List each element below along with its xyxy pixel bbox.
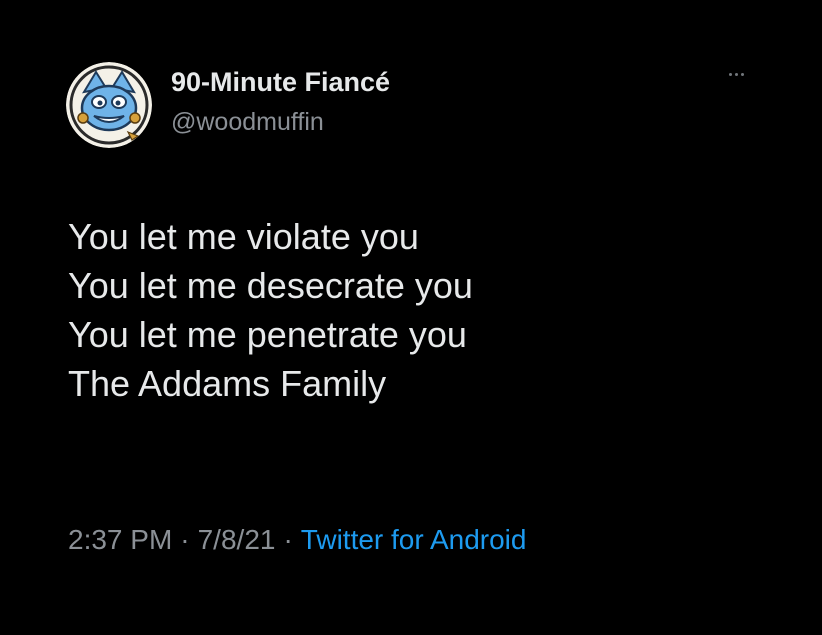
tweet-source-link[interactable]: Twitter for Android: [301, 524, 527, 555]
author-handle[interactable]: @woodmuffin: [171, 107, 324, 137]
author-display-name[interactable]: 90-Minute Fiancé: [171, 66, 390, 98]
tweet-line: You let me desecrate you: [68, 265, 473, 306]
tweet-time[interactable]: 2:37 PM: [68, 524, 172, 555]
avatar[interactable]: [66, 62, 152, 148]
tweet-metadata: 2:37 PM · 7/8/21 · Twitter for Android: [68, 522, 526, 558]
tweet-date[interactable]: 7/8/21: [198, 524, 276, 555]
tweet-text: You let me violate you You let me desecr…: [68, 212, 473, 408]
meta-separator: ·: [283, 524, 293, 555]
more-dot: [734, 72, 738, 76]
cartoon-character-avatar-icon: [66, 62, 152, 148]
tweet-line: You let me violate you: [68, 216, 419, 257]
meta-separator: ·: [180, 524, 190, 555]
more-dot: [728, 72, 732, 76]
tweet-line: The Addams Family: [68, 363, 387, 404]
more-options-icon[interactable]: [718, 62, 754, 86]
tweet-card: 90-Minute Fiancé @woodmuffin You let me …: [0, 0, 822, 635]
tweet-line: You let me penetrate you: [68, 314, 467, 355]
more-dot: [740, 72, 744, 76]
